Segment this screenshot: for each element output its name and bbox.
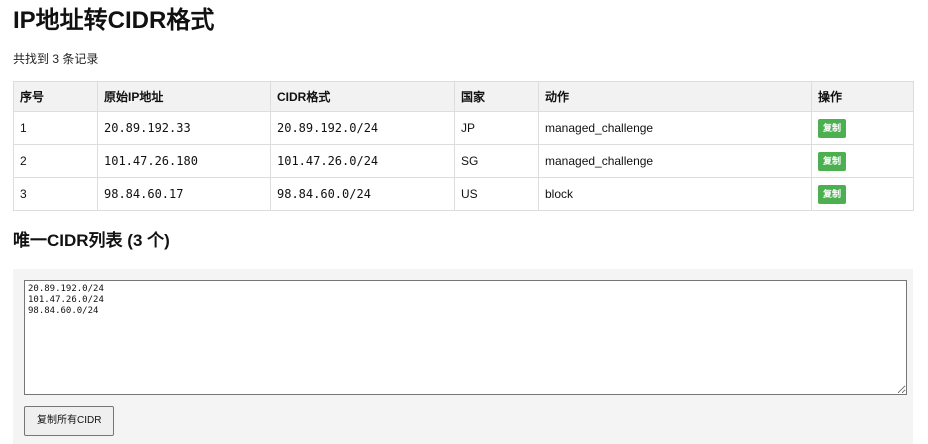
- table-row: 1 20.89.192.33 20.89.192.0/24 JP managed…: [13, 111, 914, 145]
- page-title: IP地址转CIDR格式: [13, 7, 215, 34]
- row-original-ip: 98.84.60.17: [97, 177, 271, 211]
- row-operation-cell: 复制: [811, 177, 914, 211]
- header-operation: 操作: [811, 81, 914, 112]
- copy-button[interactable]: 复制: [818, 184, 847, 204]
- header-action: 动作: [538, 81, 812, 112]
- table-header-row: 序号 原始IP地址 CIDR格式 国家 动作 操作: [13, 81, 914, 112]
- header-original-ip: 原始IP地址: [97, 81, 271, 112]
- row-action: block: [538, 177, 812, 211]
- table-row: 2 101.47.26.180 101.47.26.0/24 SG manage…: [13, 144, 914, 178]
- row-cidr: 20.89.192.0/24: [270, 111, 455, 145]
- copy-button[interactable]: 复制: [818, 151, 847, 171]
- row-index: 2: [13, 144, 98, 178]
- cidr-list-textarea[interactable]: [24, 280, 907, 395]
- row-action: managed_challenge: [538, 144, 812, 178]
- header-country: 国家: [454, 81, 539, 112]
- row-index: 1: [13, 111, 98, 145]
- row-original-ip: 20.89.192.33: [97, 111, 271, 145]
- record-count: 共找到 3 条记录: [13, 52, 99, 66]
- header-index: 序号: [13, 81, 98, 112]
- copy-all-cidr-button[interactable]: 复制所有CIDR: [24, 406, 115, 436]
- row-cidr: 98.84.60.0/24: [270, 177, 455, 211]
- records-table: 序号 原始IP地址 CIDR格式 国家 动作 操作 1 20.89.192.33…: [13, 81, 914, 211]
- unique-cidr-panel: 复制所有CIDR: [13, 269, 913, 444]
- row-operation-cell: 复制: [811, 111, 914, 145]
- table-row: 3 98.84.60.17 98.84.60.0/24 US block 复制: [13, 177, 914, 211]
- row-index: 3: [13, 177, 98, 211]
- row-action: managed_challenge: [538, 111, 812, 145]
- row-cidr: 101.47.26.0/24: [270, 144, 455, 178]
- row-original-ip: 101.47.26.180: [97, 144, 271, 178]
- header-cidr: CIDR格式: [270, 81, 455, 112]
- row-country: SG: [454, 144, 539, 178]
- page: IP地址转CIDR格式 共找到 3 条记录 序号 原始IP地址 CIDR格式 国…: [0, 0, 928, 444]
- row-operation-cell: 复制: [811, 144, 914, 178]
- copy-button[interactable]: 复制: [818, 118, 847, 138]
- row-country: JP: [454, 111, 539, 145]
- unique-cidr-title: 唯一CIDR列表 (3 个): [13, 231, 170, 250]
- row-country: US: [454, 177, 539, 211]
